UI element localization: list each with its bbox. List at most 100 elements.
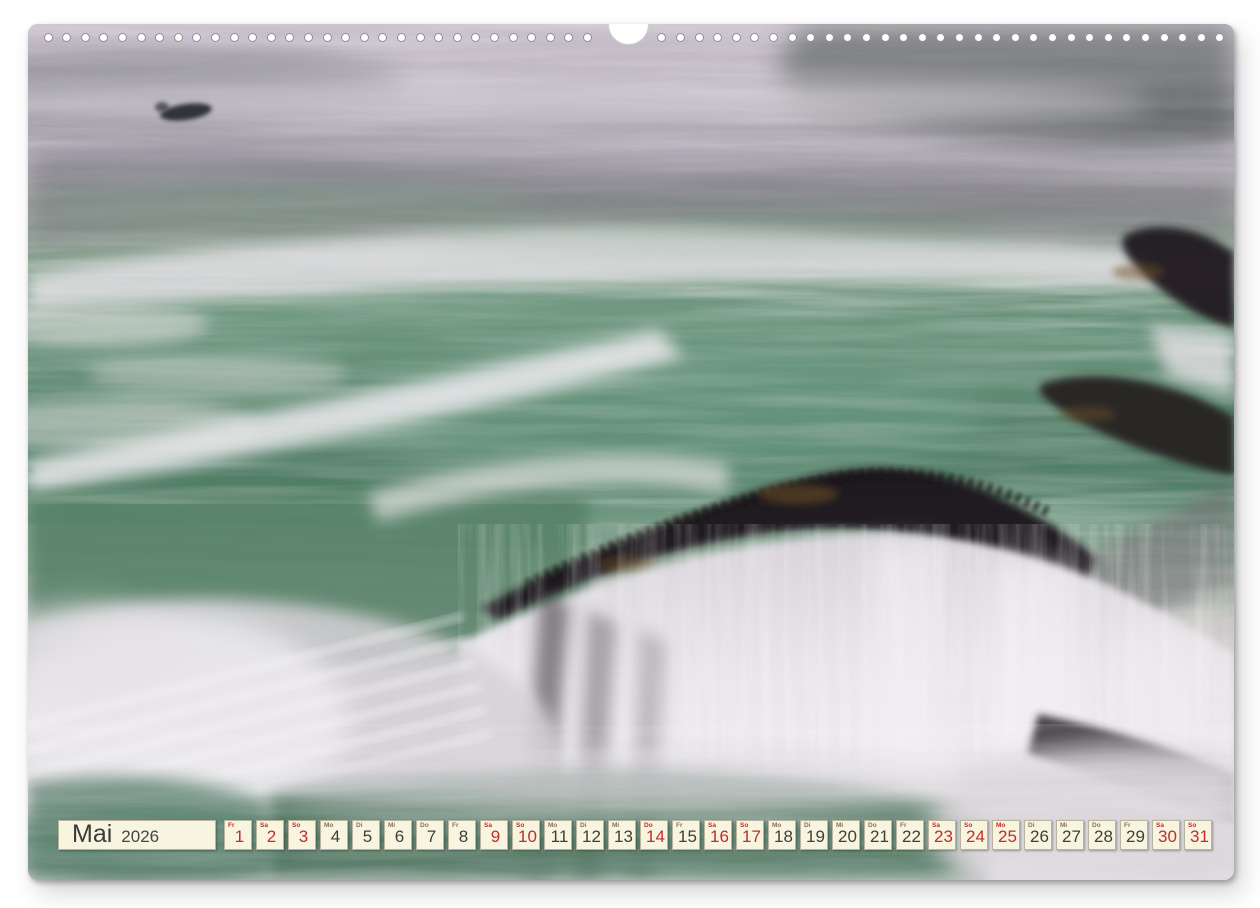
binding-hole [360,33,369,42]
calendar-day-cell: Mo11 [544,820,572,850]
calendar-day-cell: So17 [736,820,764,850]
calendar-day-cell: Sa23 [928,820,956,850]
calendar-day-cell: So3 [288,820,316,850]
calendar-day-cell: Di5 [352,820,380,850]
day-number: 7 [417,827,443,847]
binding-hole [81,33,90,42]
binding-hole [230,33,239,42]
binding-hole [788,33,797,42]
binding-hole [174,33,183,42]
calendar-day-cell: Mo25 [992,820,1020,850]
binding-hole [1029,33,1038,42]
binding-hole [806,33,815,42]
calendar-day-cell: Do28 [1088,820,1116,850]
binding-hole [899,33,908,42]
day-number: 24 [961,827,987,847]
calendar-day-cell: Fr1 [224,820,252,850]
binding-hole [248,33,257,42]
calendar-day-cell: Fr22 [896,820,924,850]
day-number: 11 [545,827,571,847]
binding-hole [1178,33,1187,42]
month-name: Mai [72,822,112,846]
day-number: 22 [897,827,923,847]
binding-hole [471,33,480,42]
calendar-day-cell: Di19 [800,820,828,850]
calendar-day-cell: Fr8 [448,820,476,850]
binding-hole [1141,33,1150,42]
binding-hole [1160,33,1169,42]
binding-hole [397,33,406,42]
binding-hole [695,33,704,42]
day-number: 13 [609,827,635,847]
binding-hole [583,33,592,42]
binding-hole [285,33,294,42]
binding-hole [378,33,387,42]
day-number: 9 [481,827,507,847]
day-number: 29 [1121,827,1147,847]
binding-hole [546,33,555,42]
binding-hole [62,33,71,42]
binding-hole [843,33,852,42]
calendar-day-cell: Mo18 [768,820,796,850]
binding-hole [509,33,518,42]
binding-hole [992,33,1001,42]
calendar-day-cell: Sa9 [480,820,508,850]
calendar-day-cell: Sa30 [1152,820,1180,850]
day-number: 10 [513,827,539,847]
day-number: 17 [737,827,763,847]
day-number: 18 [769,827,795,847]
calendar-day-cell: Sa2 [256,820,284,850]
day-number: 5 [353,827,379,847]
binding-hole [1085,33,1094,42]
binding-hole [750,33,759,42]
day-number: 23 [929,827,955,847]
binding-hole [936,33,945,42]
binding-hole [453,33,462,42]
binding-hole [267,33,276,42]
binding-hole [192,33,201,42]
binding-hole [732,33,741,42]
binding-hole [490,33,499,42]
binding-hole [434,33,443,42]
day-number: 4 [321,827,347,847]
binding-hole [918,33,927,42]
binding-hole [1011,33,1020,42]
binding-hole [713,33,722,42]
binding-hole [118,33,127,42]
day-number: 2 [257,827,283,847]
binding-hole [99,33,108,42]
binding-hole [955,33,964,42]
calendar-day-cell: Do7 [416,820,444,850]
calendar-day-cell: Mo4 [320,820,348,850]
year-label: 2026 [121,828,159,846]
month-label-box: Mai 2026 [58,820,216,850]
calendar-day-cell: So10 [512,820,540,850]
calendar-day-cell: So24 [960,820,988,850]
calendar-day-cell: Fr29 [1120,820,1148,850]
day-number: 25 [993,827,1019,847]
day-number: 16 [705,827,731,847]
day-number: 26 [1025,827,1051,847]
day-number: 1 [225,827,251,847]
day-number: 15 [673,827,699,847]
binding-hole [323,33,332,42]
binding-hole [657,33,666,42]
day-number: 6 [385,827,411,847]
binding-hole [155,33,164,42]
binding-hole [862,33,871,42]
binding-hole [304,33,313,42]
seascape-photo [28,24,1234,880]
binding-hole [527,33,536,42]
day-number: 31 [1185,827,1211,847]
binding-hole [769,33,778,42]
calendar-day-cell: Sa16 [704,820,732,850]
calendar-sheet: Mai 2026 Fr1Sa2So3Mo4Di5Mi6Do7Fr8Sa9So10… [28,24,1234,880]
binding-hole [1122,33,1131,42]
binding-hole [974,33,983,42]
binding-hole [341,33,350,42]
day-number: 27 [1057,827,1083,847]
calendar-day-cell: Di26 [1024,820,1052,850]
binding-hole [676,33,685,42]
day-number: 20 [833,827,859,847]
calendar-day-cell: So31 [1184,820,1212,850]
